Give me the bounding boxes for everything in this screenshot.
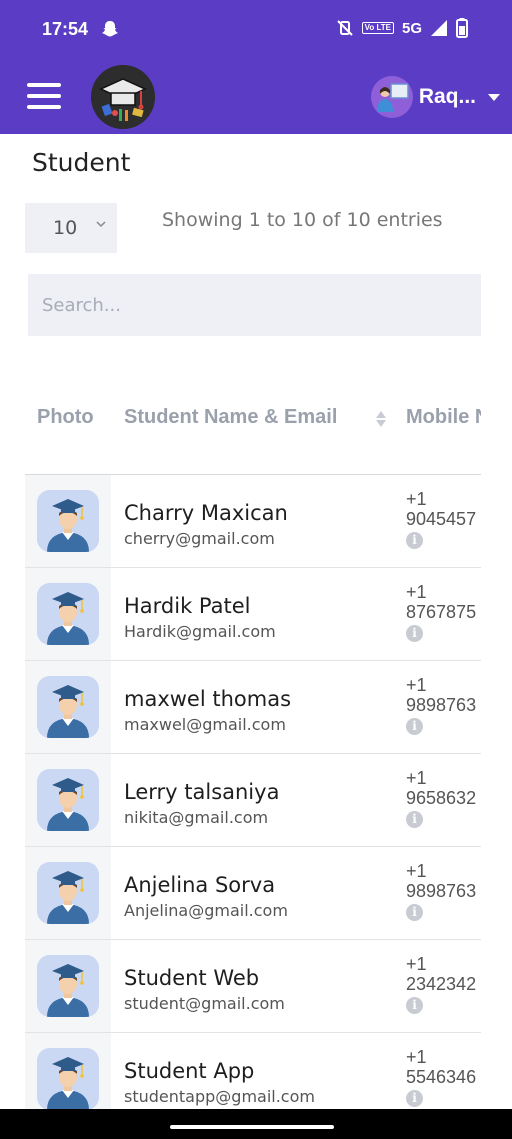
sort-icon[interactable] xyxy=(375,409,387,429)
volte-badge: Vo LTE xyxy=(361,22,394,34)
page-size-value: 10 xyxy=(53,217,78,239)
country-code: +1 xyxy=(406,489,427,509)
table-row[interactable]: Student App studentapp@gmail.com +1 5546… xyxy=(25,1033,481,1110)
info-icon[interactable]: i xyxy=(406,625,423,642)
student-avatar xyxy=(37,676,99,738)
phone-number: 5546346 xyxy=(406,1067,477,1087)
student-name: Student App xyxy=(124,1059,255,1083)
student-name: Hardik Patel xyxy=(124,594,251,618)
student-avatar xyxy=(37,583,99,645)
country-code: +1 xyxy=(406,582,427,602)
info-icon[interactable]: i xyxy=(406,811,423,828)
page-size-select[interactable]: 10 xyxy=(25,203,117,253)
info-icon[interactable]: i xyxy=(406,1090,423,1107)
chevron-down-icon xyxy=(96,221,106,228)
app-bar: Raq... xyxy=(0,60,512,134)
student-email: studentapp@gmail.com xyxy=(124,1087,315,1106)
phone-number: 9898763 xyxy=(406,881,477,901)
photo-cell xyxy=(25,754,111,846)
page-title: Student xyxy=(32,148,131,177)
student-name: maxwel thomas xyxy=(124,687,292,711)
student-name: Anjelina Sorva xyxy=(124,873,276,897)
snapchat-icon xyxy=(102,21,118,37)
phone-number: 8767875 xyxy=(406,602,477,622)
status-bar: 17:54 Vo LTE 5G xyxy=(0,0,512,60)
status-time: 17:54 xyxy=(42,19,89,39)
info-icon[interactable]: i xyxy=(406,997,423,1014)
student-avatar xyxy=(37,769,99,831)
photo-cell xyxy=(25,847,111,939)
photo-cell xyxy=(25,475,111,567)
chevron-down-icon xyxy=(488,93,500,101)
country-code: +1 xyxy=(406,954,427,974)
header-photo: Photo xyxy=(37,406,94,428)
student-email: nikita@gmail.com xyxy=(124,808,269,827)
teacher-avatar-icon xyxy=(370,76,413,118)
user-name: Raq... xyxy=(418,85,476,108)
photo-cell xyxy=(25,1033,111,1110)
student-name: Lerry talsaniya xyxy=(124,780,280,804)
student-avatar xyxy=(37,862,99,924)
graduation-cap-logo-icon xyxy=(91,65,155,129)
student-email: cherry@gmail.com xyxy=(124,529,275,548)
info-icon[interactable]: i xyxy=(406,532,423,549)
info-icon[interactable]: i xyxy=(406,904,423,921)
table-row[interactable]: Lerry talsaniya nikita@gmail.com +1 9658… xyxy=(25,754,481,847)
photo-cell xyxy=(25,940,111,1032)
student-email: maxwel@gmail.com xyxy=(124,715,286,734)
signal-icon xyxy=(431,20,447,36)
phone-number: 2342342 xyxy=(406,974,477,994)
home-gesture-handle[interactable] xyxy=(170,1125,334,1129)
student-name: Charry Maxican xyxy=(124,501,288,525)
student-avatar xyxy=(37,1048,99,1110)
photo-cell xyxy=(25,661,111,753)
mute-vibrate-icon xyxy=(336,20,353,36)
phone-number: 9658632 xyxy=(406,788,477,808)
table-row[interactable]: Hardik Patel Hardik@gmail.com +1 8767875… xyxy=(25,568,481,661)
phone-number: 9898763 xyxy=(406,695,477,715)
student-avatar xyxy=(37,955,99,1017)
user-menu[interactable]: Raq... xyxy=(370,76,500,118)
network-label: 5G xyxy=(401,19,422,37)
phone-number: 9045457 xyxy=(406,509,477,529)
table-row[interactable]: Student Web student@gmail.com +1 2342342… xyxy=(25,940,481,1033)
photo-cell xyxy=(25,568,111,660)
student-name: Student Web xyxy=(124,966,260,990)
table-row[interactable]: Charry Maxican cherry@gmail.com +1 90454… xyxy=(25,475,481,568)
table-row[interactable]: maxwel thomas maxwel@gmail.com +1 989876… xyxy=(25,661,481,754)
status-icons: Vo LTE 5G xyxy=(336,18,468,38)
entries-info: Showing 1 to 10 of 10 entries xyxy=(162,209,443,231)
student-avatar xyxy=(37,490,99,552)
hamburger-menu-icon[interactable] xyxy=(27,83,61,109)
country-code: +1 xyxy=(406,1047,427,1067)
header-mobile[interactable]: Mobile N xyxy=(406,406,481,429)
search-input[interactable] xyxy=(28,274,481,336)
user-avatar xyxy=(370,76,413,118)
student-email: Hardik@gmail.com xyxy=(124,622,276,641)
header-name-email[interactable]: Student Name & Email xyxy=(124,406,337,429)
table-row[interactable]: Anjelina Sorva Anjelina@gmail.com +1 989… xyxy=(25,847,481,940)
battery-icon xyxy=(456,18,468,38)
table-header: Photo Student Name & Email Mobile N xyxy=(25,378,481,475)
app-logo[interactable] xyxy=(91,65,155,129)
country-code: +1 xyxy=(406,768,427,788)
country-code: +1 xyxy=(406,675,427,695)
student-email: Anjelina@gmail.com xyxy=(124,901,288,920)
students-table: Photo Student Name & Email Mobile N Char… xyxy=(25,378,481,1110)
country-code: +1 xyxy=(406,861,427,881)
system-navigation-bar xyxy=(0,1109,512,1139)
student-email: student@gmail.com xyxy=(124,994,285,1013)
info-icon[interactable]: i xyxy=(406,718,423,735)
